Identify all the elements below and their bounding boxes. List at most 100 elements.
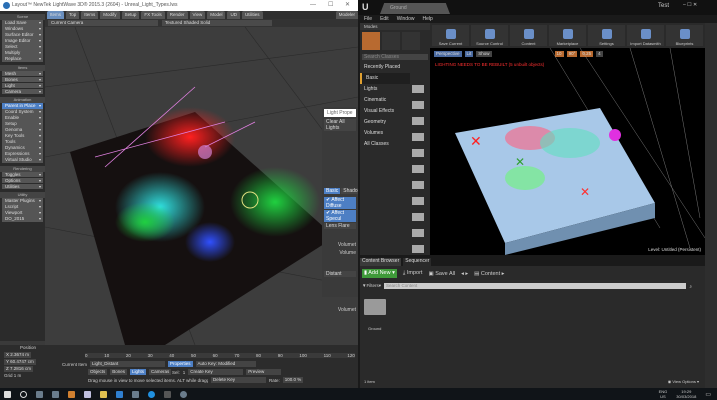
sidebar-item-enable[interactable]: Enable <box>2 115 43 121</box>
tab-basic[interactable]: Basic <box>324 188 341 194</box>
tab-top[interactable]: Top <box>66 11 80 19</box>
category-lights[interactable]: Lights <box>360 84 410 95</box>
close-button[interactable]: ✕ <box>345 0 350 11</box>
sidebar-item-expressions[interactable]: Expressions <box>2 151 43 157</box>
tab-items[interactable]: Items <box>47 11 65 19</box>
menu-help[interactable]: Help <box>422 15 432 23</box>
folder-icon[interactable] <box>364 299 386 315</box>
sidebar-item-dynamics[interactable]: Dynamics <box>2 145 43 151</box>
calculator-icon[interactable] <box>52 390 59 398</box>
sidebar-item-master-plugins[interactable]: Master Plugins <box>2 198 43 204</box>
sidebar-item-mesh[interactable]: Mesh <box>2 70 43 76</box>
view-options-button[interactable]: ◉ View Options ▾ <box>668 379 699 384</box>
notifications-icon[interactable]: ▭ <box>705 391 711 398</box>
minimize-button[interactable]: — <box>310 0 316 11</box>
sidebar-item-parent-in-place[interactable]: Parent in Place <box>2 103 43 109</box>
category-volumes[interactable]: Volumes <box>360 128 410 139</box>
search-icon[interactable] <box>20 390 27 398</box>
sidebar-item-windows[interactable]: Windows <box>2 26 43 32</box>
sidebar-item-genoma[interactable]: Genoma <box>2 127 43 133</box>
filter-lights[interactable]: Lights <box>130 369 147 375</box>
tab-setup[interactable]: Setup <box>121 11 140 19</box>
category-recently-placed[interactable]: Recently Placed <box>360 62 410 73</box>
paint-mode-icon[interactable] <box>382 32 400 50</box>
app-icon[interactable] <box>132 390 139 398</box>
category-visual-effects[interactable]: Visual Effects <box>360 106 410 117</box>
level-tab[interactable]: Ground <box>380 3 450 14</box>
sidebar-item-image-editor[interactable]: Image Editor <box>2 38 43 44</box>
sidebar-item-select[interactable]: Select <box>2 44 43 50</box>
properties-button[interactable]: Properties <box>168 361 193 367</box>
modeler-button[interactable]: Modeler <box>335 11 358 19</box>
auto-key-select[interactable]: Auto Key: Modified <box>195 361 256 367</box>
sidebar-item-coord-system[interactable]: Coord System <box>2 109 43 115</box>
z-position-field[interactable]: Z 7.2816 cm <box>4 366 34 372</box>
rate-field[interactable]: 100.0 % <box>282 377 304 383</box>
file-explorer-icon[interactable] <box>100 390 107 398</box>
media-icon[interactable] <box>68 390 75 398</box>
filter-objects[interactable]: Objects <box>88 369 108 375</box>
history-arrows[interactable]: ◂ ▸ <box>461 271 468 277</box>
tab-utilities[interactable]: Utilities <box>241 11 263 19</box>
clock[interactable]: 19:29 30/03/2018 <box>676 389 696 399</box>
sidebar-item-key-tools[interactable]: Key Tools <box>2 133 43 139</box>
light-marker[interactable]: ✕ <box>515 155 525 169</box>
unreal-icon[interactable] <box>164 390 171 398</box>
edge-icon[interactable] <box>116 390 123 398</box>
sidebar-item-options[interactable]: Options <box>2 177 43 183</box>
sidebar-item-viewport[interactable]: Viewport <box>2 210 43 216</box>
level-viewport[interactable]: Perspective Lit Show 10 90° 0.25 4 LIGHT… <box>430 48 705 255</box>
category-all-classes[interactable]: All Classes <box>360 139 410 150</box>
sidebar-item-tools[interactable]: Tools <box>2 139 43 145</box>
sidebar-item-camera[interactable]: Camera <box>2 88 43 94</box>
camera-select[interactable]: Current Camera <box>48 20 158 26</box>
y-position-field[interactable]: Y 60.4747 cm <box>4 359 36 365</box>
sidebar-item-setup[interactable]: Setup <box>2 121 43 127</box>
sidebar-item-multiply[interactable]: Multiply <box>2 50 43 56</box>
filter-cameras[interactable]: Cameras <box>149 369 172 375</box>
tab-items[interactable]: Items <box>81 11 99 19</box>
modes-tab[interactable]: Modes <box>360 23 430 30</box>
sidebar-item-do_2015[interactable]: DO_2015 <box>2 216 43 222</box>
tab-render[interactable]: Render <box>166 11 188 19</box>
basic-actor-list[interactable] <box>412 81 424 253</box>
light-type-select[interactable]: Distant <box>324 271 356 277</box>
sidebar-item-virtual-studio[interactable]: Virtual Studio <box>2 157 43 163</box>
category-basic[interactable]: Basic <box>360 73 410 84</box>
task-view-icon[interactable] <box>36 390 43 398</box>
language-indicator[interactable]: ENG US <box>659 389 668 399</box>
sidebar-item-toggles[interactable]: Toggles <box>2 171 43 177</box>
toolbar-source-control-button[interactable]: Source Control <box>471 25 508 46</box>
window-controls[interactable]: – ☐ ✕ <box>683 2 697 8</box>
filters-button[interactable]: ▼Filters▾ <box>362 283 381 289</box>
sidebar-item-utilities[interactable]: Utilities <box>2 183 43 189</box>
toolbar-blueprints-button[interactable]: Blueprints <box>666 25 703 46</box>
preview-select[interactable]: Preview <box>246 369 282 375</box>
toolbar-content-button[interactable]: Content <box>510 25 547 46</box>
place-mode-icon[interactable] <box>362 32 380 50</box>
sidebar-item-light[interactable]: Light <box>2 82 43 88</box>
menu-file[interactable]: File <box>364 15 372 23</box>
light-object[interactable] <box>198 145 212 159</box>
category-geometry[interactable]: Geometry <box>360 117 410 128</box>
save-all-button[interactable]: ▣ Save All <box>428 271 455 277</box>
category-cinematic[interactable]: Cinematic <box>360 95 410 106</box>
point-light-icon[interactable] <box>609 129 621 141</box>
epic-icon[interactable] <box>180 390 187 398</box>
menu-window[interactable]: Window <box>397 15 415 23</box>
tab-modify[interactable]: Modify <box>100 11 120 19</box>
sidebar-item-bones[interactable]: Bones <box>2 76 43 82</box>
affect-diffuse-checkbox[interactable]: ✔ Affect Diffuse <box>324 197 356 209</box>
app-icon[interactable] <box>148 390 155 398</box>
delete-key-button[interactable]: Delete Key <box>211 377 266 383</box>
clear-all-lights-button[interactable]: Clear All Lights <box>324 119 356 131</box>
lightwave-icon[interactable] <box>84 390 91 398</box>
sidebar-item-surface-editor[interactable]: Surface Editor <box>2 32 43 38</box>
tab-sequencer[interactable]: Sequencer <box>403 258 432 266</box>
affect-specular-checkbox[interactable]: ✔ Affect Specul <box>324 210 356 222</box>
sidebar-item-replace[interactable]: Replace <box>2 56 43 62</box>
path-content[interactable]: ▤ Content ▸ <box>474 271 504 277</box>
tab-content-browser[interactable]: Content Browser <box>360 258 402 266</box>
tab-fx-tools[interactable]: FX Tools <box>141 11 165 19</box>
toolbar-marketplace-button[interactable]: Marketplace <box>549 25 586 46</box>
